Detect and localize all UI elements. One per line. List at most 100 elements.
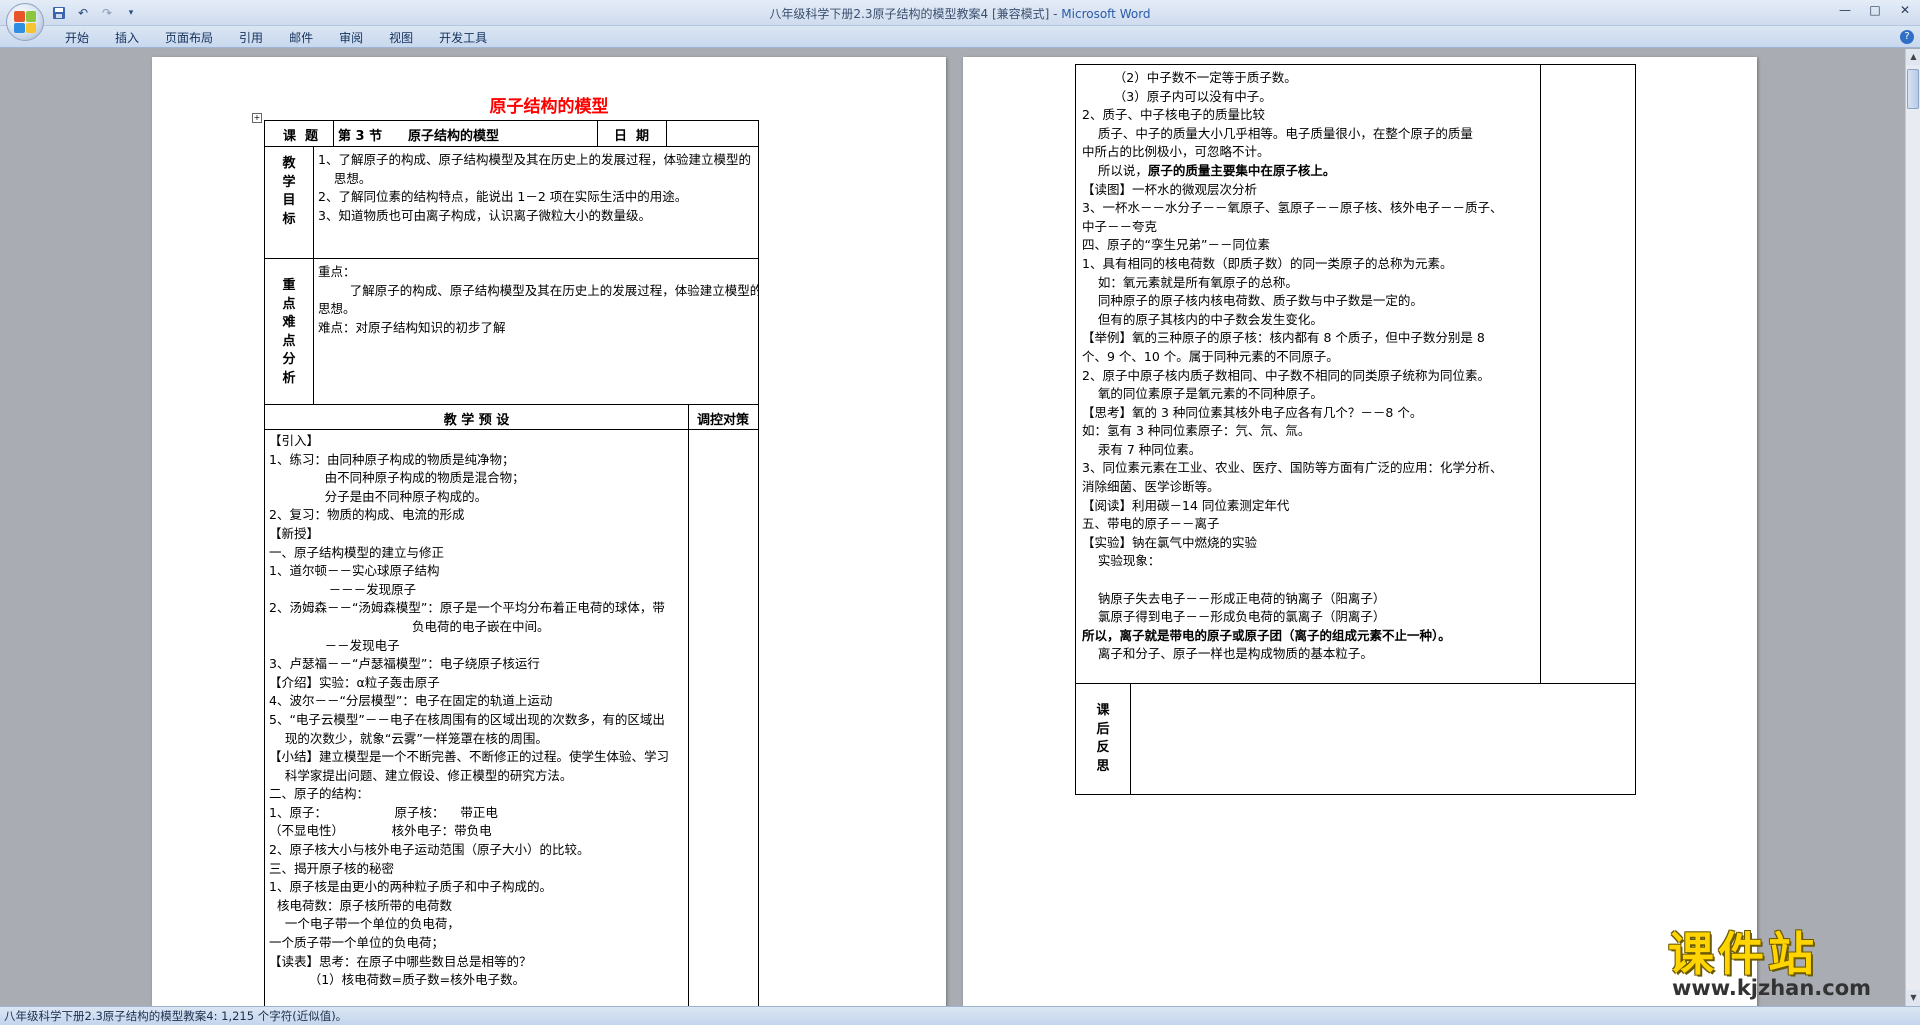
dropdown-icon[interactable]: ▾	[122, 4, 140, 22]
key-points-label: 重点难点分析	[281, 277, 297, 388]
document-title: 原子结构的模型	[489, 97, 609, 117]
ribbon-tab[interactable]: 审阅	[326, 29, 376, 47]
key-points-list: 重点： 了解原子的构成、原子结构模型及其在历史上的发展过程，体验建立模型的 思想。…	[318, 261, 759, 335]
document-workspace[interactable]: 原子结构的模型 + 课 题 第 3 节 原子结构的模型 日 期 教学目标 1、了…	[0, 49, 1905, 1006]
ribbon-tab[interactable]: 视图	[376, 29, 426, 47]
label-char: 教	[282, 156, 296, 171]
text-line: 所以说，原子的质量主要集中在原子核上。	[1082, 162, 1336, 178]
scroll-down-icon[interactable]: ▼	[1906, 990, 1920, 1006]
text-line: （不显电性） 核外电子：带负电	[269, 823, 492, 839]
redo-icon[interactable]: ↷	[98, 4, 116, 22]
text-line: 氧的同位素原子是氧元素的不同种原子。	[1082, 386, 1323, 402]
lesson-section: 第 3 节	[338, 129, 383, 144]
label-char: 反	[1096, 740, 1110, 755]
text-line: 汞有 7 种同位素。	[1082, 441, 1202, 457]
text-line: 【举例】氧的三种原子的原子核：核内都有 8 个质子，但中子数分别是 8	[1082, 330, 1485, 346]
date-label-cell: 日 期	[597, 120, 667, 147]
page2-adjust-content-cell[interactable]	[1540, 64, 1636, 684]
text-line: 如：氢有 3 种同位素原子：氕、氘、氚。	[1082, 423, 1311, 439]
quick-access-toolbar: ↶ ↷ ▾	[50, 4, 140, 22]
ribbon-tabs: 开始 插入 页面布局 引用 邮件 审阅 视图 开发工具	[52, 29, 500, 47]
text-line: 3、同位素元素在工业、农业、医疗、国防等方面有广泛的应用：化学分析、	[1082, 460, 1503, 476]
text-line: －－发现电子	[269, 637, 400, 653]
text-line: 离子和分子、原子一样也是构成物质的基本粒子。	[1082, 646, 1373, 662]
lesson-topic-cell: 第 3 节 原子结构的模型	[333, 120, 598, 147]
undo-icon[interactable]: ↶	[74, 4, 92, 22]
ribbon-tab[interactable]: 开始	[52, 29, 102, 47]
label-char: 标	[282, 211, 296, 227]
text-line: 2、原子中原子核内质子数相同、中子数不相同的同类原子统称为同位素。	[1082, 367, 1490, 383]
text-line: 【思考】氧的 3 种同位素其核外电子应各有几个？－－8 个。	[1082, 404, 1423, 420]
document-page-1[interactable]: 原子结构的模型 + 课 题 第 3 节 原子结构的模型 日 期 教学目标 1、了…	[152, 57, 946, 1006]
text-line: 负电荷的电子嵌在中间。	[269, 618, 550, 634]
goals-content-cell[interactable]: 1、了解原子的构成、原子结构模型及其在历史上的发展过程，体验建立模型的 思想。 2…	[313, 146, 759, 259]
text-line: 五、带电的原子－－离子	[1082, 516, 1220, 532]
close-icon[interactable]: ✕	[1890, 0, 1920, 20]
plan-header: 教 学 预 设	[443, 413, 510, 428]
title-bar: ↶ ↷ ▾ 八年级科学下册2.3原子结构的模型教案4 [兼容模式] - Micr…	[0, 0, 1920, 41]
text-line	[1082, 569, 1502, 588]
text-line: 难点：对原子结构知识的初步了解	[318, 319, 506, 335]
text-line: 2、了解同位素的结构特点，能说出 1－2 项在实际生活中的用途。	[318, 189, 688, 205]
reflect-content-cell[interactable]	[1130, 683, 1636, 795]
label-char: 目	[282, 193, 296, 208]
date-value-cell[interactable]	[666, 120, 759, 147]
adjust-content-cell[interactable]	[688, 429, 759, 1006]
scrollbar-thumb[interactable]	[1907, 69, 1919, 109]
label-char: 学	[282, 174, 296, 190]
text-line: 3、一杯水－－水分子－－氧原子、氢原子－－原子核、核外电子－－质子、	[1082, 200, 1503, 216]
status-bar: 八年级科学下册2.3原子结构的模型教案4: 1,215 个字符(近似值)。	[0, 1006, 1920, 1025]
scroll-up-icon[interactable]: ▲	[1906, 49, 1920, 65]
window-controls: — □ ✕	[1830, 0, 1920, 20]
ribbon-tab[interactable]: 开发工具	[426, 29, 500, 47]
text-line: 1、练习：由同种原子构成的物质是纯净物；	[269, 451, 515, 467]
ribbon-tab[interactable]: 引用	[226, 29, 276, 47]
text-line: 思想。	[318, 170, 372, 186]
text-line: 钠原子失去电子－－形成正电荷的钠离子（阳离子）	[1082, 590, 1386, 606]
ribbon-tab[interactable]: 邮件	[276, 29, 326, 47]
help-icon[interactable]: ?	[1900, 30, 1914, 44]
save-icon[interactable]	[50, 4, 68, 22]
page2-plan-content-cell[interactable]: （2）中子数不一定等于质子数。 （3）原子内可以没有中子。 2、质子、中子核电子的…	[1075, 64, 1541, 684]
office-button[interactable]	[6, 3, 44, 41]
maximize-icon[interactable]: □	[1860, 0, 1890, 20]
lesson-label: 课 题	[283, 129, 319, 144]
text-line: 但有的原子其核内的中子数会发生变化。	[1082, 311, 1323, 327]
text-line: 【读表】思考：在原子中哪些数目总是相等的？	[269, 953, 532, 969]
text-line: 三、揭开原子核的秘密	[269, 860, 395, 876]
text-line: 氯原子得到电子－－形成负电荷的氯离子（阴离子）	[1082, 609, 1386, 625]
text-line: 4、波尔－－“分层模型”：电子在固定的轨道上运动	[269, 693, 553, 709]
text-line: 思想。	[318, 301, 356, 317]
document-page-2[interactable]: （2）中子数不一定等于质子数。 （3）原子内可以没有中子。 2、质子、中子核电子的…	[963, 57, 1757, 1006]
text-line: （1）核电荷数=质子数=核外电子数。	[269, 972, 526, 988]
watermark-url: www.kjzhan.com	[1672, 976, 1872, 1000]
text-line: 中子－－夸克	[1082, 218, 1158, 234]
text-line: 如：氧元素就是所有氧原子的总称。	[1082, 274, 1298, 290]
page2-lines: （2）中子数不一定等于质子数。 （3）原子内可以没有中子。 2、质子、中子核电子的…	[1082, 67, 1502, 662]
goals-list: 1、了解原子的构成、原子结构模型及其在历史上的发展过程，体验建立模型的 思想。 2…	[318, 149, 751, 223]
text-line: （3）原子内可以没有中子。	[1082, 88, 1272, 104]
vertical-scrollbar[interactable]: ▲ ▼	[1905, 49, 1920, 1006]
table-move-handle-icon[interactable]: +	[252, 113, 262, 123]
watermark-logo: 课件站 www.kjzhan.com	[1668, 918, 1908, 1004]
label-char: 析	[282, 370, 296, 386]
minimize-icon[interactable]: —	[1830, 0, 1860, 20]
plan-content-cell[interactable]: 【引入】 1、练习：由同种原子构成的物质是纯净物； 由不同种原子构成的物质是混合物…	[264, 429, 689, 1006]
text-line: 了解原子的构成、原子结构模型及其在历史上的发展过程，体验建立模型的	[318, 282, 759, 298]
text-line: 1、原子核是由更小的两种粒子质子和中子构成的。	[269, 879, 552, 895]
text-line: 中所占的比例极小，可忽略不计。	[1082, 144, 1270, 160]
ribbon-tab[interactable]: 插入	[102, 29, 152, 47]
text-line: 【介绍】实验：α粒子轰击原子	[269, 674, 440, 690]
text-line: 由不同种原子构成的物质是混合物；	[269, 470, 525, 486]
key-points-content-cell[interactable]: 重点： 了解原子的构成、原子结构模型及其在历史上的发展过程，体验建立模型的 思想。…	[313, 258, 759, 405]
text-line: 1、原子： 原子核： 带正电	[269, 804, 498, 820]
lesson-label-cell: 课 题	[264, 120, 334, 147]
watermark-cn: 课件站	[1668, 927, 1818, 981]
text-line: 科学家提出问题、建立假设、修正模型的研究方法。	[269, 767, 573, 783]
label-char: 难	[282, 315, 296, 330]
status-text: 八年级科学下册2.3原子结构的模型教案4: 1,215 个字符(近似值)。	[4, 1009, 348, 1023]
office-logo-icon	[14, 11, 36, 33]
text-line: 一个电子带一个单位的负电荷，	[269, 916, 460, 932]
text-line: 个、9 个、10 个。属于同种元素的不同原子。	[1082, 348, 1339, 364]
ribbon-tab[interactable]: 页面布局	[152, 29, 226, 47]
